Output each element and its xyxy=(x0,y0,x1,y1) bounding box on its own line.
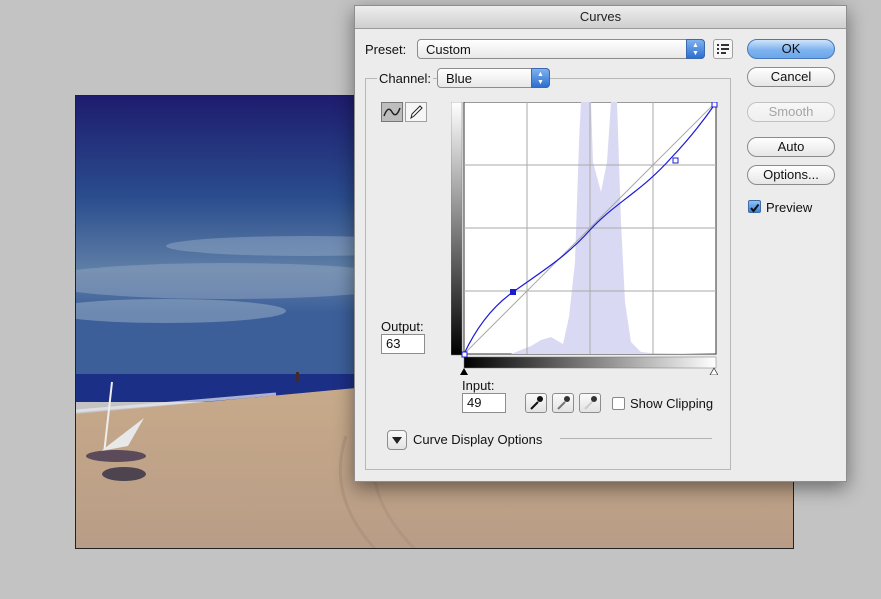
input-field[interactable]: 49 xyxy=(462,393,506,413)
curve-graph[interactable] xyxy=(450,101,719,376)
curves-dialog: Curves Preset: Custom ▲ ▼ OK Cancel Smoot… xyxy=(354,5,847,482)
ok-button[interactable]: OK xyxy=(747,39,835,59)
curve-endpoint-black[interactable] xyxy=(461,351,468,358)
curve-point-selected[interactable] xyxy=(510,289,516,295)
curve-point-tool-icon[interactable] xyxy=(381,102,403,122)
preset-value: Custom xyxy=(426,42,471,57)
divider xyxy=(560,438,712,439)
checkmark-icon xyxy=(750,203,760,213)
preset-options-icon[interactable] xyxy=(713,39,733,59)
dialog-title[interactable]: Curves xyxy=(355,6,846,29)
disclosure-triangle-icon[interactable] xyxy=(387,430,407,450)
curve-display-options-label[interactable]: Curve Display Options xyxy=(413,432,542,447)
output-label: Output: xyxy=(381,319,424,334)
gray-eyedropper-icon[interactable] xyxy=(552,393,574,413)
preview-checkbox[interactable] xyxy=(748,200,761,213)
preset-label: Preset: xyxy=(365,42,407,57)
show-clipping-checkbox[interactable] xyxy=(612,397,625,410)
cancel-button[interactable]: Cancel xyxy=(747,67,835,87)
black-eyedropper-icon[interactable] xyxy=(525,393,547,413)
curve-point[interactable] xyxy=(672,157,679,164)
show-clipping-label: Show Clipping xyxy=(630,396,714,411)
black-point-slider[interactable] xyxy=(460,368,468,375)
preview-label: Preview xyxy=(766,200,813,215)
smooth-button[interactable]: Smooth xyxy=(747,102,835,122)
options-button[interactable]: Options... xyxy=(747,165,835,185)
auto-button[interactable]: Auto xyxy=(747,137,835,157)
popup-arrows-icon: ▲ ▼ xyxy=(686,39,705,59)
channel-value: Blue xyxy=(446,71,473,86)
preset-select[interactable]: Custom ▲ ▼ xyxy=(417,39,705,59)
pencil-tool-icon[interactable] xyxy=(405,102,427,122)
output-field[interactable]: 63 xyxy=(381,334,425,354)
channel-label: Channel: xyxy=(377,71,434,86)
curve-endpoint-white[interactable] xyxy=(711,101,718,108)
popup-arrows-icon: ▲ ▼ xyxy=(531,68,550,88)
channel-select[interactable]: Blue ▲ ▼ xyxy=(437,68,550,88)
white-eyedropper-icon[interactable] xyxy=(579,393,601,413)
white-point-slider[interactable] xyxy=(709,367,719,376)
input-label: Input: xyxy=(462,378,495,393)
